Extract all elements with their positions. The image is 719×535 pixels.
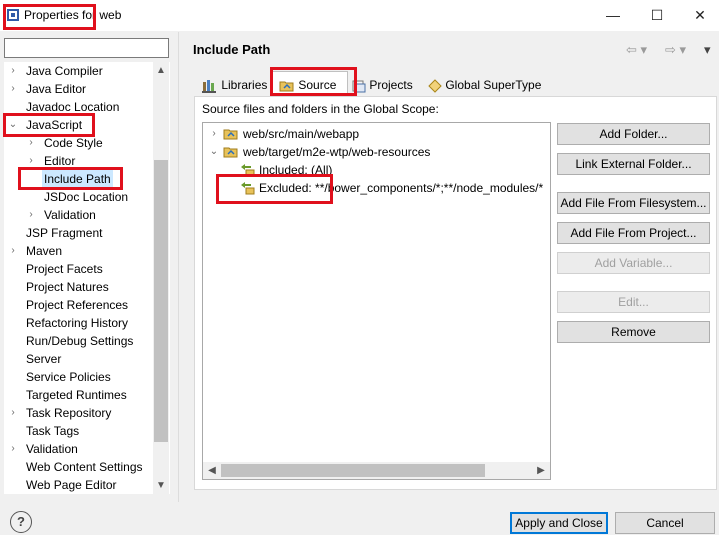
sidebar-item-label: Java Editor xyxy=(26,82,87,96)
cancel-button[interactable]: Cancel xyxy=(615,512,715,534)
close-button[interactable]: ✕ xyxy=(683,2,717,28)
source-tree-item-label: web/target/m2e-wtp/web-resources xyxy=(243,145,431,159)
scroll-down-icon[interactable]: ▼ xyxy=(153,478,169,494)
add-folder-button[interactable]: Add Folder... xyxy=(557,123,710,145)
sidebar-item-label: Web Content Settings xyxy=(26,460,143,474)
scope-label: Source files and folders in the Global S… xyxy=(202,102,439,116)
tab-projects-label: Projects xyxy=(369,78,413,92)
back-nav-button[interactable]: ⇦ ▾ xyxy=(626,42,647,58)
source-folder-icon xyxy=(223,129,238,140)
sidebar-item-label: Service Policies xyxy=(26,370,111,384)
sidebar-item-label: JSDoc Location xyxy=(44,190,129,204)
sidebar-item-label: Run/Debug Settings xyxy=(26,334,134,348)
scroll-left-icon[interactable]: ◀ xyxy=(204,463,220,479)
sidebar-item-label: Server xyxy=(26,352,62,366)
sidebar-item-label: Maven xyxy=(26,244,63,258)
help-icon[interactable]: ? xyxy=(10,511,32,533)
add-file-from-filesystem-button[interactable]: Add File From Filesystem... xyxy=(557,192,710,214)
link-external-folder-button[interactable]: Link External Folder... xyxy=(557,153,710,175)
expand-down-icon[interactable]: ⌄ xyxy=(209,143,219,161)
add-variable-button[interactable]: Add Variable... xyxy=(557,252,710,274)
filter-input[interactable] xyxy=(4,38,169,58)
highlight-source-tab xyxy=(270,67,357,96)
libraries-icon xyxy=(202,79,216,93)
supertype-icon xyxy=(428,79,442,93)
edit-button[interactable]: Edit... xyxy=(557,291,710,313)
sidebar-item-label: Project Facets xyxy=(26,262,103,276)
sidebar-item-label: Refactoring History xyxy=(26,316,129,330)
minimize-button[interactable]: — xyxy=(596,2,630,28)
expand-right-icon[interactable]: › xyxy=(8,404,18,422)
sidebar-item-label: Project References xyxy=(26,298,129,312)
add-file-from-project-button[interactable]: Add File From Project... xyxy=(557,222,710,244)
sidebar-item-label: Project Natures xyxy=(26,280,109,294)
pane-divider[interactable] xyxy=(178,32,179,502)
expand-right-icon[interactable]: › xyxy=(209,125,219,143)
sidebar-item-label: Java Compiler xyxy=(26,64,103,78)
source-folder-icon xyxy=(223,147,238,158)
expand-right-icon[interactable]: › xyxy=(8,80,18,98)
view-menu-button[interactable]: ▾ xyxy=(704,42,711,58)
expand-right-icon[interactable]: › xyxy=(8,62,18,80)
sidebar-item-label: Validation xyxy=(26,442,78,456)
sidebar-item-label: Task Repository xyxy=(26,406,112,420)
highlight-include-path xyxy=(18,167,123,190)
tab-libraries[interactable]: Libraries xyxy=(196,74,273,96)
highlight-javascript xyxy=(3,113,95,137)
forward-nav-button[interactable]: ⇨ ▾ xyxy=(665,42,686,58)
apply-and-close-button[interactable]: Apply and Close xyxy=(510,512,608,534)
scroll-up-icon[interactable]: ▲ xyxy=(153,63,169,79)
scroll-right-icon[interactable]: ▶ xyxy=(533,463,549,479)
expand-right-icon[interactable]: › xyxy=(8,440,18,458)
sidebar-item-label: Task Tags xyxy=(26,424,80,438)
source-tree-hscrollbar-thumb[interactable] xyxy=(221,464,485,477)
tab-global-supertype-label: Global SuperType xyxy=(445,78,542,92)
remove-button[interactable]: Remove xyxy=(557,321,710,343)
sidebar-scrollbar-thumb[interactable] xyxy=(154,160,168,442)
page-title: Include Path xyxy=(193,42,271,57)
highlight-window-title xyxy=(3,4,96,30)
highlight-excluded xyxy=(216,174,333,204)
sidebar-item-label: Validation xyxy=(44,208,96,222)
sidebar-item-label: Targeted Runtimes xyxy=(26,388,127,402)
sidebar-item-label: JSP Fragment xyxy=(26,226,103,240)
expand-right-icon[interactable]: › xyxy=(8,242,18,260)
expand-right-icon[interactable]: › xyxy=(26,206,36,224)
tab-global-supertype[interactable]: Global SuperType xyxy=(422,74,547,96)
source-tree-item-label: web/src/main/webapp xyxy=(243,127,360,141)
tab-libraries-label: Libraries xyxy=(221,78,268,92)
maximize-button[interactable]: ☐ xyxy=(640,2,674,28)
sidebar-item-label: Web Page Editor xyxy=(26,478,117,492)
